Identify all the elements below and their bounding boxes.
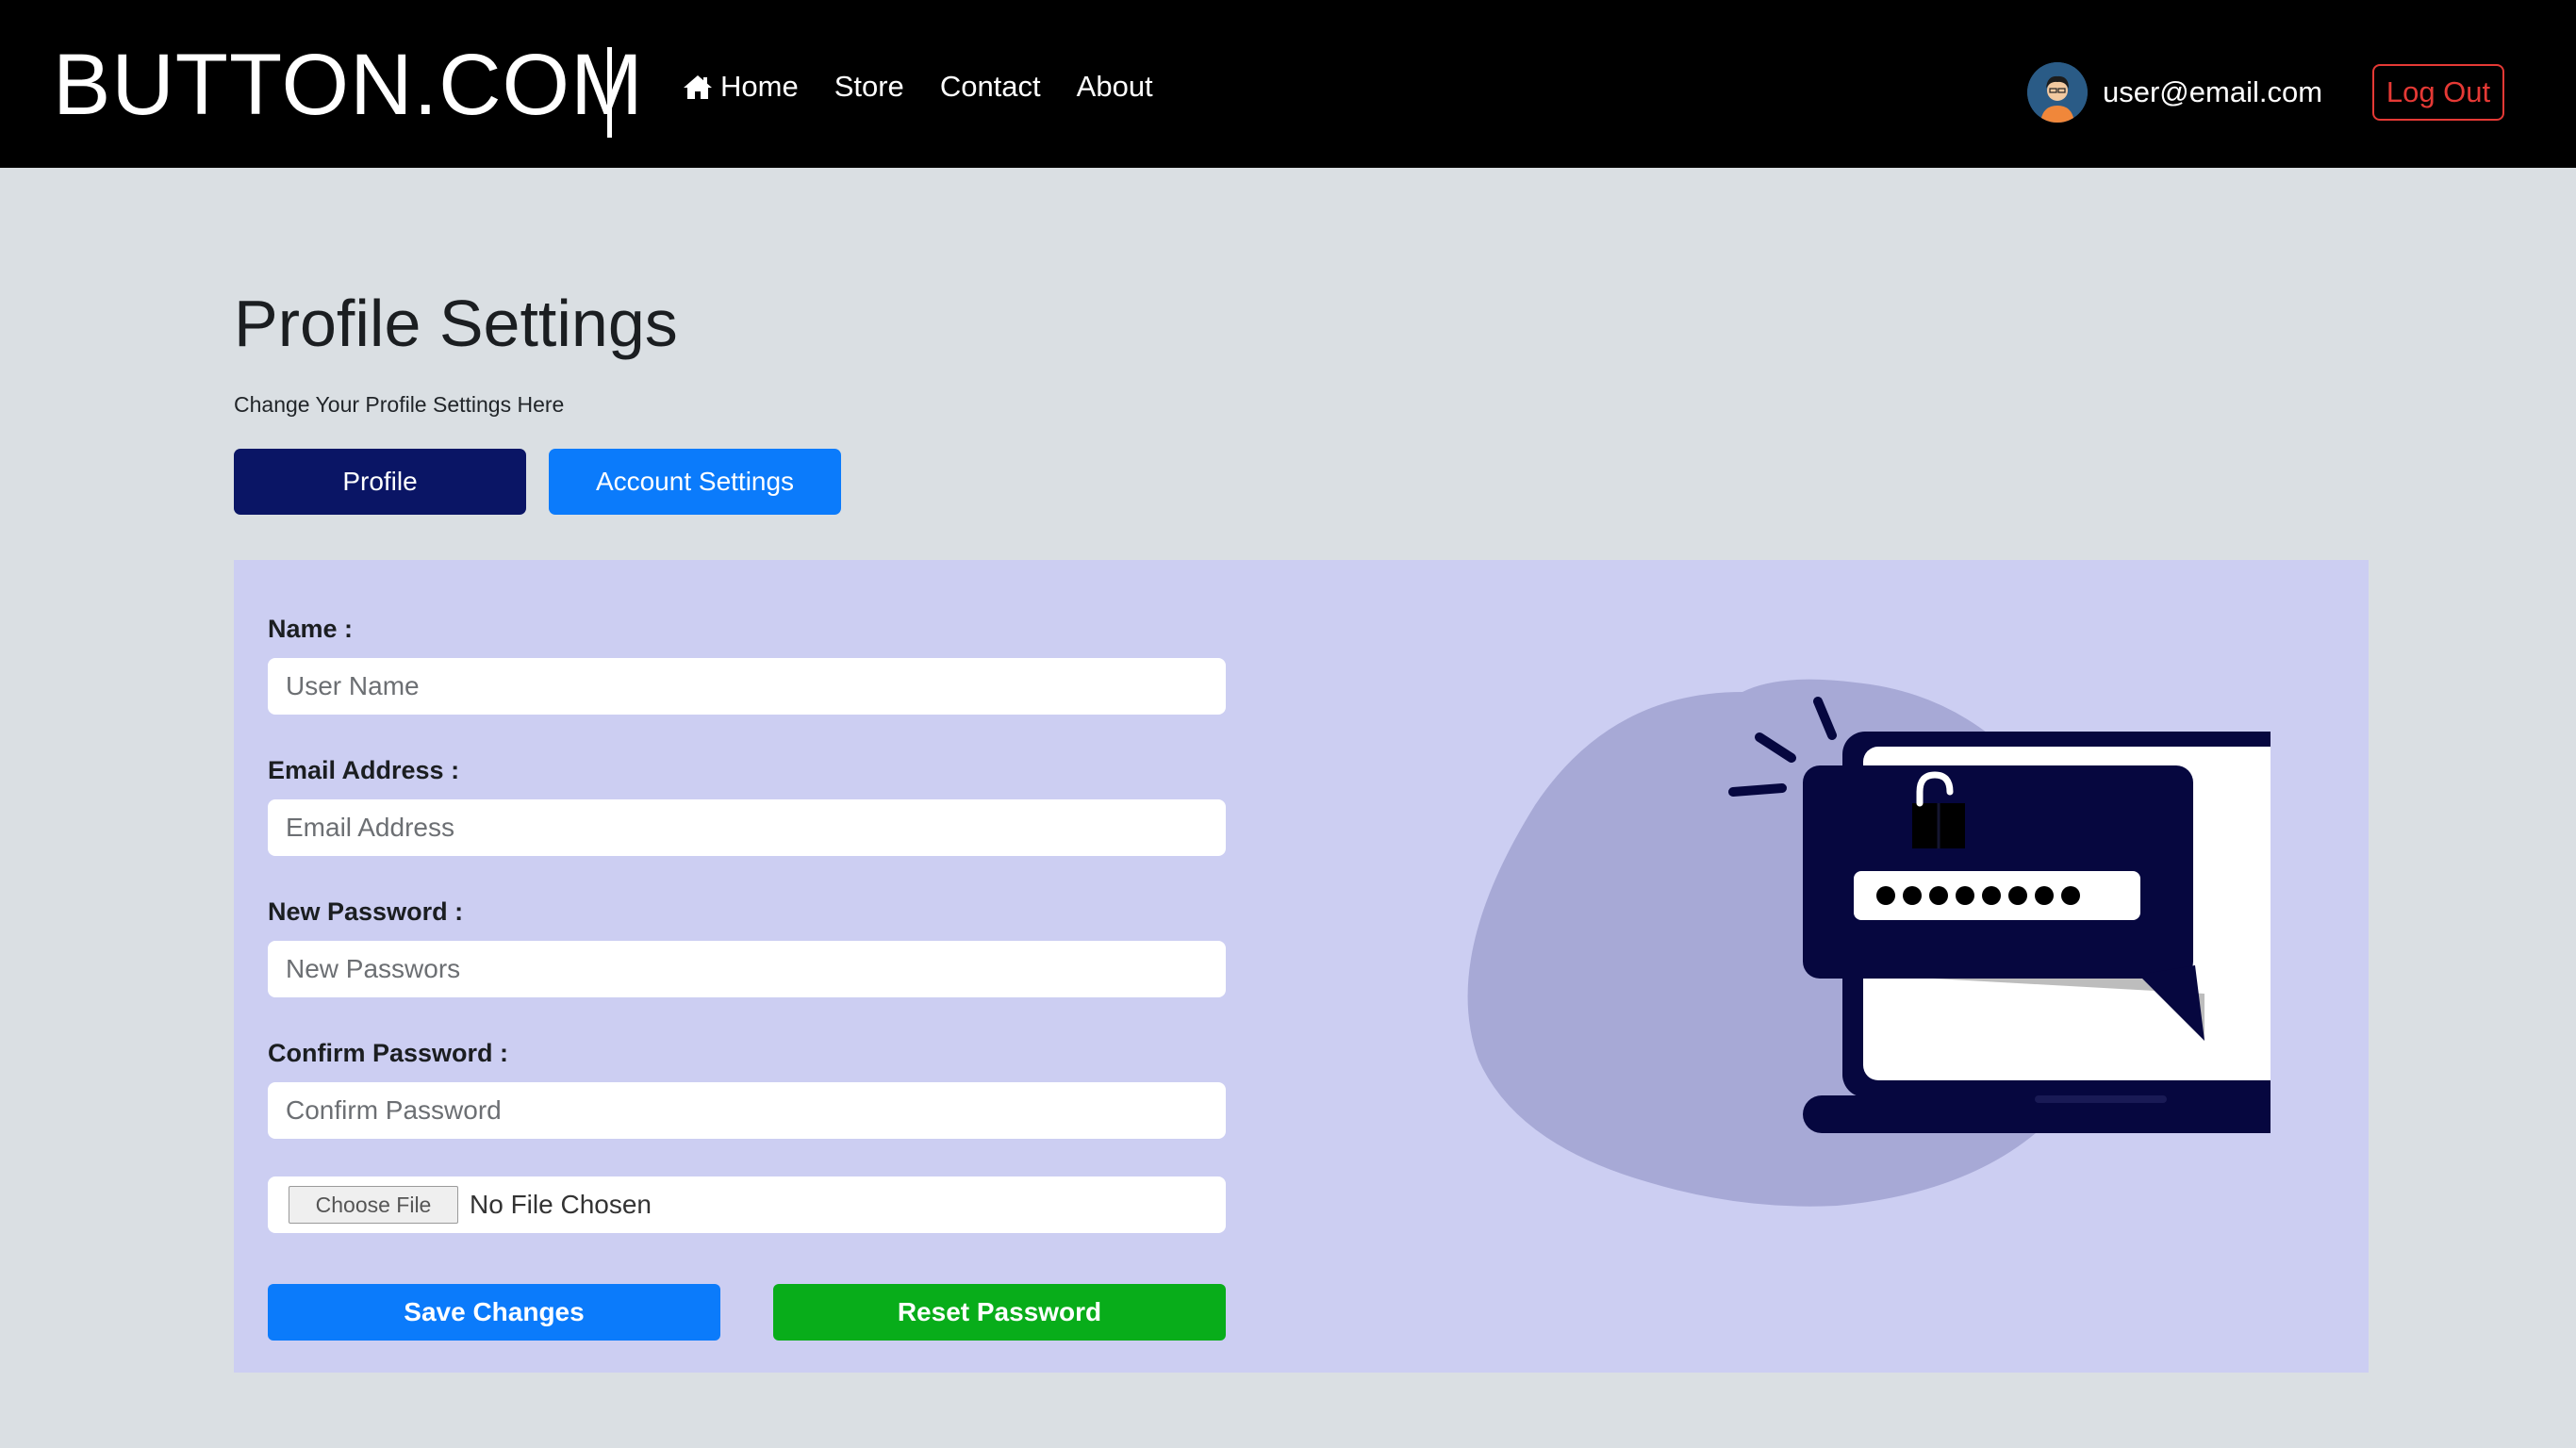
name-input[interactable] <box>268 658 1226 715</box>
main-nav: Home Store Contact About <box>683 68 1153 106</box>
page-subtitle: Change Your Profile Settings Here <box>234 392 565 417</box>
email-input[interactable] <box>268 799 1226 856</box>
logout-button[interactable]: Log Out <box>2372 64 2504 121</box>
password-laptop-illustration <box>1467 679 2271 1207</box>
avatar <box>2027 62 2088 123</box>
nav-contact-link[interactable]: Contact <box>940 68 1041 106</box>
user-avatar-icon <box>2027 62 2088 123</box>
nav-home-label: Home <box>720 70 799 103</box>
page-title: Profile Settings <box>234 287 678 360</box>
home-icon <box>684 75 712 99</box>
confirm-password-label: Confirm Password : <box>268 1039 509 1067</box>
brand-logo[interactable]: BUTTON.COM <box>53 38 644 132</box>
user-email: user@email.com <box>2103 75 2323 108</box>
save-changes-button[interactable]: Save Changes <box>268 1284 720 1341</box>
name-label: Name : <box>268 615 354 643</box>
new-password-input[interactable] <box>268 941 1226 997</box>
user-menu[interactable]: user@email.com <box>2027 62 2322 123</box>
nav-home-link[interactable]: Home <box>683 68 799 106</box>
file-upload-field[interactable]: Choose File No File Chosen <box>268 1176 1226 1233</box>
reset-password-button[interactable]: Reset Password <box>773 1284 1226 1341</box>
tab-account-settings[interactable]: Account Settings <box>549 449 841 515</box>
brand-divider <box>607 47 612 138</box>
profile-form-panel: Name : Email Address : New Password : Co… <box>234 560 2369 1373</box>
new-password-label: New Password : <box>268 897 464 926</box>
confirm-password-input[interactable] <box>268 1082 1226 1139</box>
email-label: Email Address : <box>268 756 460 784</box>
top-navbar: BUTTON.COM Home Store Contact About user… <box>0 0 2576 168</box>
tab-profile[interactable]: Profile <box>234 449 526 515</box>
nav-store-link[interactable]: Store <box>834 68 904 106</box>
file-status: No File Chosen <box>470 1190 652 1219</box>
nav-about-link[interactable]: About <box>1077 68 1153 106</box>
choose-file-button[interactable]: Choose File <box>289 1186 458 1224</box>
